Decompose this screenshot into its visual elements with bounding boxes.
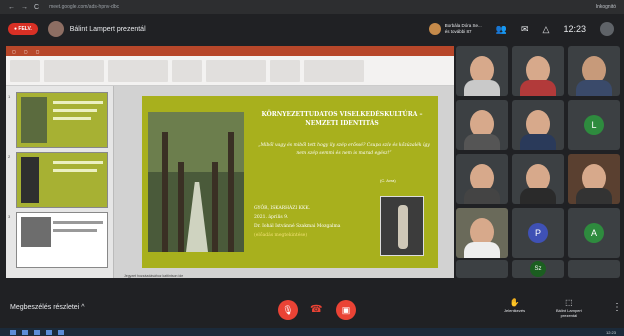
reload-icon[interactable]: C	[34, 4, 39, 11]
participant-tile[interactable]	[456, 100, 508, 150]
powerpoint-ribbon: ▢ ▢ ▢	[6, 46, 454, 86]
participant-tile[interactable]: L	[568, 100, 620, 150]
details-line: 2021. április 9.	[254, 215, 289, 220]
details-line: Dr. Iohál Istvánné Szakmai Mozgalma	[254, 224, 341, 229]
slide-thumbnail[interactable]	[16, 212, 108, 268]
ribbon-group[interactable]	[10, 60, 40, 82]
pinned-user-avatar	[428, 23, 441, 35]
browser-toolbar: ← → C meet.google.com/ads-hpnv-dbc Inkog…	[0, 0, 624, 14]
slide-thumbnail[interactable]	[16, 92, 108, 148]
end-call-button[interactable]: ☎	[310, 304, 322, 315]
thumb-number: 1	[8, 94, 11, 99]
presenter-avatar	[47, 21, 64, 37]
start-icon[interactable]	[10, 329, 16, 335]
participant-tile[interactable]	[456, 46, 508, 96]
mic-off-icon[interactable]: 🎙	[278, 300, 298, 320]
participant-tile[interactable]: P	[512, 208, 564, 258]
ribbon-group[interactable]	[44, 60, 104, 82]
ribbon-group[interactable]	[108, 60, 168, 82]
tree-alley-photo	[148, 112, 244, 252]
avatar: A	[584, 223, 604, 243]
recording-badge: ● FELV.	[8, 23, 38, 35]
slide-title: KÖRNYEZETTUDATOS VISELKEDÉSKULTÚRA – NEM…	[261, 111, 423, 127]
ribbon-group[interactable]	[206, 60, 266, 82]
details-line: (előadás megtekintése)	[254, 233, 308, 238]
thumb-number: 3	[8, 214, 11, 219]
participant-tile[interactable]	[456, 208, 508, 258]
people-icon[interactable]: 👥	[496, 24, 507, 35]
participant-tile[interactable]	[512, 100, 564, 150]
quote-author: (C. Avra)	[380, 178, 396, 183]
slide-editor: KÖRNYEZETTUDATOS VISELKEDÉSKULTÚRA – NEM…	[114, 86, 454, 278]
os-taskbar: 12:23	[0, 328, 624, 336]
taskbar-app-icon[interactable]	[46, 329, 52, 335]
address-bar[interactable]: meet.google.com/ads-hpnv-dbc	[49, 4, 119, 10]
presenting-title: Bálint Lampert prezentál	[69, 25, 146, 33]
activities-icon[interactable]: △	[543, 24, 550, 35]
participant-tile[interactable]	[456, 154, 508, 204]
ribbon-group[interactable]	[270, 60, 300, 82]
participant-tile[interactable]: Sz	[512, 260, 564, 278]
participant-tile[interactable]	[512, 154, 564, 204]
taskbar-app-icon[interactable]	[34, 329, 40, 335]
participant-tile[interactable]	[568, 260, 620, 278]
slide-details: GYŐR, ISKARHÁZI KKK. 2021. április 9. Dr…	[254, 204, 364, 240]
pinned-user-more: és további 87	[444, 29, 472, 34]
meet-header: ● FELV. Bálint Lampert prezentál Borbála…	[0, 14, 624, 44]
more-options-icon[interactable]: ⋮	[612, 302, 622, 313]
ribbon-tab[interactable]: ▢	[12, 49, 16, 54]
present-icon: ⬚	[565, 298, 573, 307]
statue-photo	[380, 196, 424, 256]
thumb-number: 2	[8, 154, 11, 159]
shared-screen: ▢ ▢ ▢ 1 2 3 KÖRNYEZETTUDATOS VISELKEDÉSK…	[6, 46, 454, 278]
self-avatar[interactable]	[600, 22, 614, 36]
pinned-user[interactable]: Borbála Dóra Se... és további 87	[428, 23, 482, 35]
hand-icon: ✋	[509, 298, 520, 307]
taskbar-app-icon[interactable]	[22, 329, 28, 335]
details-line: GYŐR, ISKARHÁZI KKK.	[254, 206, 311, 211]
participant-tile[interactable]	[568, 46, 620, 96]
ribbon-group[interactable]	[172, 60, 202, 82]
slide-thumbnails: 1 2 3	[6, 86, 114, 278]
back-icon[interactable]: ←	[8, 4, 15, 11]
taskbar-clock: 12:23	[605, 329, 616, 335]
present-button[interactable]: ⬚ Bálint Lampert prezentál	[556, 298, 582, 318]
avatar: L	[584, 115, 604, 135]
participant-tile[interactable]	[456, 260, 508, 278]
profile-name[interactable]: Inkognitó	[596, 4, 616, 10]
slide-quote: „Miből vagy és miből tett hogy ily szép …	[258, 143, 430, 156]
avatar: Sz	[530, 261, 546, 277]
participant-tile[interactable]: A	[568, 208, 620, 258]
chat-icon[interactable]: ✉	[521, 24, 529, 35]
cam-off-icon[interactable]: ▣	[336, 300, 356, 320]
meeting-details-button[interactable]: Megbeszélés részletei ^	[10, 304, 84, 311]
raise-hand-button[interactable]: ✋ Jelentkezés	[504, 298, 525, 313]
participant-gallery: L P A Sz	[456, 46, 624, 278]
current-slide[interactable]: KÖRNYEZETTUDATOS VISELKEDÉSKULTÚRA – NEM…	[142, 96, 438, 268]
avatar: P	[528, 223, 548, 243]
participant-tile[interactable]	[512, 46, 564, 96]
participant-tile[interactable]	[568, 154, 620, 204]
taskbar-app-icon[interactable]	[58, 329, 64, 335]
forward-icon[interactable]: →	[21, 4, 28, 11]
notes-placeholder[interactable]: Jegyzet hozzáadásához kattintson ide	[124, 274, 183, 278]
meeting-controls: Megbeszélés részletei ^ 🎙 ☎ ▣ ✋ Jelentke…	[0, 292, 624, 328]
ribbon-tab[interactable]: ▢	[24, 49, 28, 54]
ribbon-tab[interactable]: ▢	[36, 49, 40, 54]
slide-thumbnail[interactable]	[16, 152, 108, 208]
ribbon-group[interactable]	[304, 60, 364, 82]
meeting-clock: 12:23	[563, 24, 586, 34]
